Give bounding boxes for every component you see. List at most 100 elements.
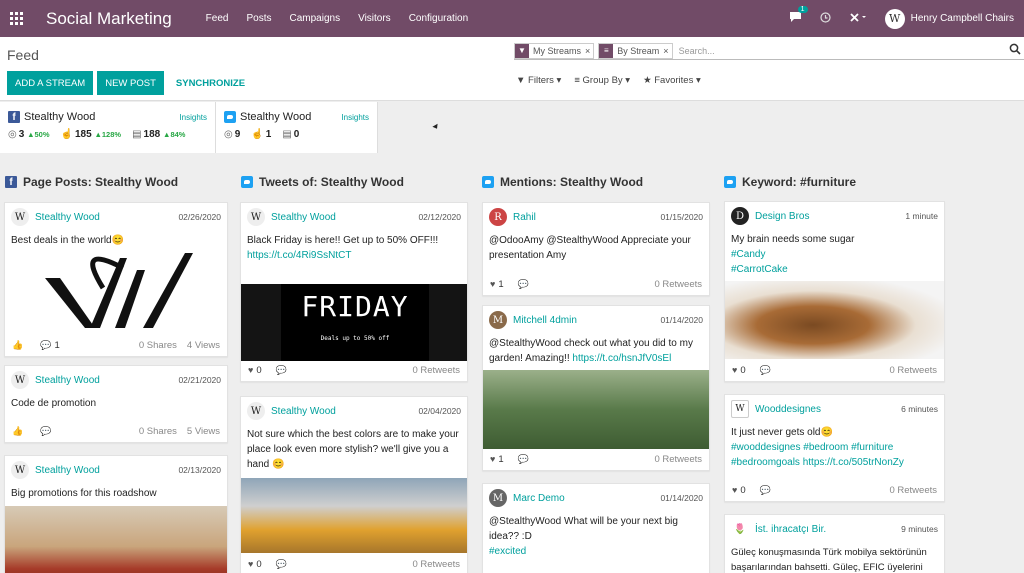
post-author: Stealthy Wood xyxy=(35,211,100,223)
add-stream-button[interactable]: ADD A STREAM xyxy=(7,71,94,95)
post-hashtags[interactable]: #excited xyxy=(489,546,526,557)
comments-button[interactable]: 💬 xyxy=(760,485,774,496)
filters-dropdown[interactable]: ▼ Filters ▾ xyxy=(516,75,561,86)
retweets-count: 0 Retweets xyxy=(889,484,937,496)
post-link[interactable]: https://t.co/4Ri9SsNtCT xyxy=(247,250,351,261)
comments-button[interactable]: 💬 xyxy=(760,365,774,376)
insights-link[interactable]: Insights xyxy=(341,113,369,122)
comments-button[interactable]: 💬 xyxy=(518,454,532,465)
twitter-icon xyxy=(241,176,253,188)
post-text: Not sure which the best colors are to ma… xyxy=(247,429,459,470)
post-image[interactable] xyxy=(725,281,944,361)
post-card[interactable]: W Stealthy Wood 02/26/2020 Best deals in t… xyxy=(4,202,228,357)
user-name: Henry Campbell Chairs xyxy=(910,13,1014,24)
like-icon: ☝ xyxy=(251,129,264,140)
like-button[interactable]: ♥ 0 xyxy=(248,365,262,376)
post-text: Güleç konuşmasında Türk mobilya sektörün… xyxy=(731,547,927,573)
group-by-dropdown[interactable]: ≡ Group By ▾ xyxy=(574,75,630,86)
like-button[interactable]: ♥ 0 xyxy=(732,365,746,376)
thumbs-up-icon: 👍 xyxy=(12,339,24,350)
post-card[interactable]: M Mitchell 4dmin 01/14/2020 @StealthyWood … xyxy=(482,305,710,471)
post-author: Stealthy Wood xyxy=(35,464,100,476)
post-card[interactable]: D Design Bros 1 minute My brain needs some… xyxy=(724,201,945,382)
like-button[interactable]: 👍 xyxy=(12,340,26,351)
favorites-dropdown[interactable]: ★ Favorites ▾ xyxy=(643,75,701,86)
post-text: @StealthyWood What will be your next big… xyxy=(489,516,678,557)
twitter-icon xyxy=(482,176,494,188)
views-count: 4 Views xyxy=(186,339,220,351)
comments-button[interactable]: 💬 1 xyxy=(40,340,60,351)
app-title[interactable]: Social Marketing xyxy=(46,9,172,29)
post-card[interactable]: W Stealthy Wood 02/04/2020 Not sure which … xyxy=(240,396,468,573)
like-button[interactable]: ♥ 1 xyxy=(490,279,504,290)
search-icon[interactable] xyxy=(1009,43,1021,58)
post-author: İst. ihracatçı Bir. xyxy=(755,523,827,535)
chat-icon[interactable]: 1 xyxy=(789,6,808,26)
post-image[interactable] xyxy=(483,370,709,449)
stat-stories: ▤ 0 xyxy=(282,129,300,140)
post-author: Stealthy Wood xyxy=(271,405,336,417)
post-hashtags[interactable]: #Candy xyxy=(731,249,765,260)
comment-icon: 💬 xyxy=(759,484,771,495)
like-button[interactable]: ♥ 1 xyxy=(490,454,504,465)
menu-feed[interactable]: Feed xyxy=(206,13,229,24)
like-button[interactable]: ♥ 0 xyxy=(732,485,746,496)
post-image[interactable] xyxy=(5,506,227,573)
apps-menu-icon[interactable] xyxy=(2,0,30,37)
post-date: 02/04/2020 xyxy=(418,406,461,416)
insights-link[interactable]: Insights xyxy=(179,113,207,122)
comments-button[interactable]: 💬 xyxy=(276,559,290,570)
remove-facet-icon[interactable]: × xyxy=(663,44,671,58)
menu-configuration[interactable]: Configuration xyxy=(409,13,468,24)
facebook-icon: f xyxy=(8,111,20,123)
post-card[interactable]: R Rahil 01/15/2020 @OdooAmy @StealthyWood … xyxy=(482,202,710,296)
post-card[interactable]: M Marc Demo 01/14/2020 @StealthyWood What … xyxy=(482,483,710,573)
facet-my-streams[interactable]: ▼ My Streams × xyxy=(514,42,595,59)
menu-posts[interactable]: Posts xyxy=(246,13,271,24)
post-date: 6 minutes xyxy=(901,404,938,414)
post-image[interactable]: FRIDAY Deals up to 50% off xyxy=(241,284,467,361)
top-navbar: Social Marketing Feed Posts Campaigns Vi… xyxy=(0,0,1024,37)
post-hashtags[interactable]: #CarrotCake xyxy=(731,264,788,275)
post-image[interactable] xyxy=(15,248,215,332)
image-title: FRIDAY xyxy=(301,290,409,323)
menu-visitors[interactable]: Visitors xyxy=(358,13,391,24)
synchronize-button[interactable]: SYNCHRONIZE xyxy=(176,78,245,89)
facet-by-stream[interactable]: ≡ By Stream × xyxy=(598,42,673,59)
comments-button[interactable]: 💬 xyxy=(276,365,290,376)
retweets-count: 0 Retweets xyxy=(889,364,937,376)
new-post-button[interactable]: NEW POST xyxy=(97,71,164,95)
shares-count: 0 Shares xyxy=(138,339,177,351)
remove-facet-icon[interactable]: × xyxy=(585,44,593,58)
heart-icon: ♥ xyxy=(490,278,496,289)
comments-button[interactable]: 💬 xyxy=(40,426,54,437)
author-avatar: D xyxy=(731,207,749,225)
debug-tools-icon[interactable] xyxy=(849,12,867,26)
user-menu[interactable]: W Henry Campbell Chairs xyxy=(884,8,1014,29)
post-date: 01/14/2020 xyxy=(660,493,703,503)
post-card[interactable]: W Wooddesignes 6 minutes It just never get… xyxy=(724,394,945,502)
post-card[interactable]: W Stealthy Wood 02/13/2020 Big promotions … xyxy=(4,455,228,573)
heart-icon: ♥ xyxy=(248,364,254,375)
like-button[interactable]: 👍 xyxy=(12,426,26,437)
post-card[interactable]: W Stealthy Wood 02/21/2020 Code de promoti… xyxy=(4,365,228,443)
comments-button[interactable]: 💬 xyxy=(518,279,532,290)
post-hashtags[interactable]: #wooddesignes #bedroom #furniture xyxy=(731,442,893,453)
post-hashtags[interactable]: #bedroomgoals https://t.co/505trNonZy xyxy=(731,457,904,468)
post-link[interactable]: https://t.co/hsnJfV0sEl xyxy=(572,353,671,364)
author-avatar: M xyxy=(489,489,507,507)
post-image[interactable] xyxy=(241,478,467,558)
retweets-count: 0 Retweets xyxy=(412,364,460,376)
post-card[interactable]: W Stealthy Wood 02/12/2020 Black Friday is… xyxy=(240,202,468,382)
comment-icon: 💬 xyxy=(517,278,529,289)
activity-clock-icon[interactable] xyxy=(820,11,831,26)
post-text: Best deals in the world😊 xyxy=(11,235,125,246)
like-button[interactable]: ♥ 0 xyxy=(248,559,262,570)
stream-title: Mentions: Stealthy Wood xyxy=(500,175,644,189)
stream-column-page-posts: f Page Posts: Stealthy Wood xyxy=(5,172,229,192)
search-input[interactable]: Search... xyxy=(677,46,1024,56)
comment-icon: 💬 xyxy=(40,339,52,350)
post-card[interactable]: 🌷 İst. ihracatçı Bir. 9 minutes Güleç konu… xyxy=(724,514,945,573)
menu-campaigns[interactable]: Campaigns xyxy=(289,13,340,24)
author-avatar: W xyxy=(247,208,265,226)
